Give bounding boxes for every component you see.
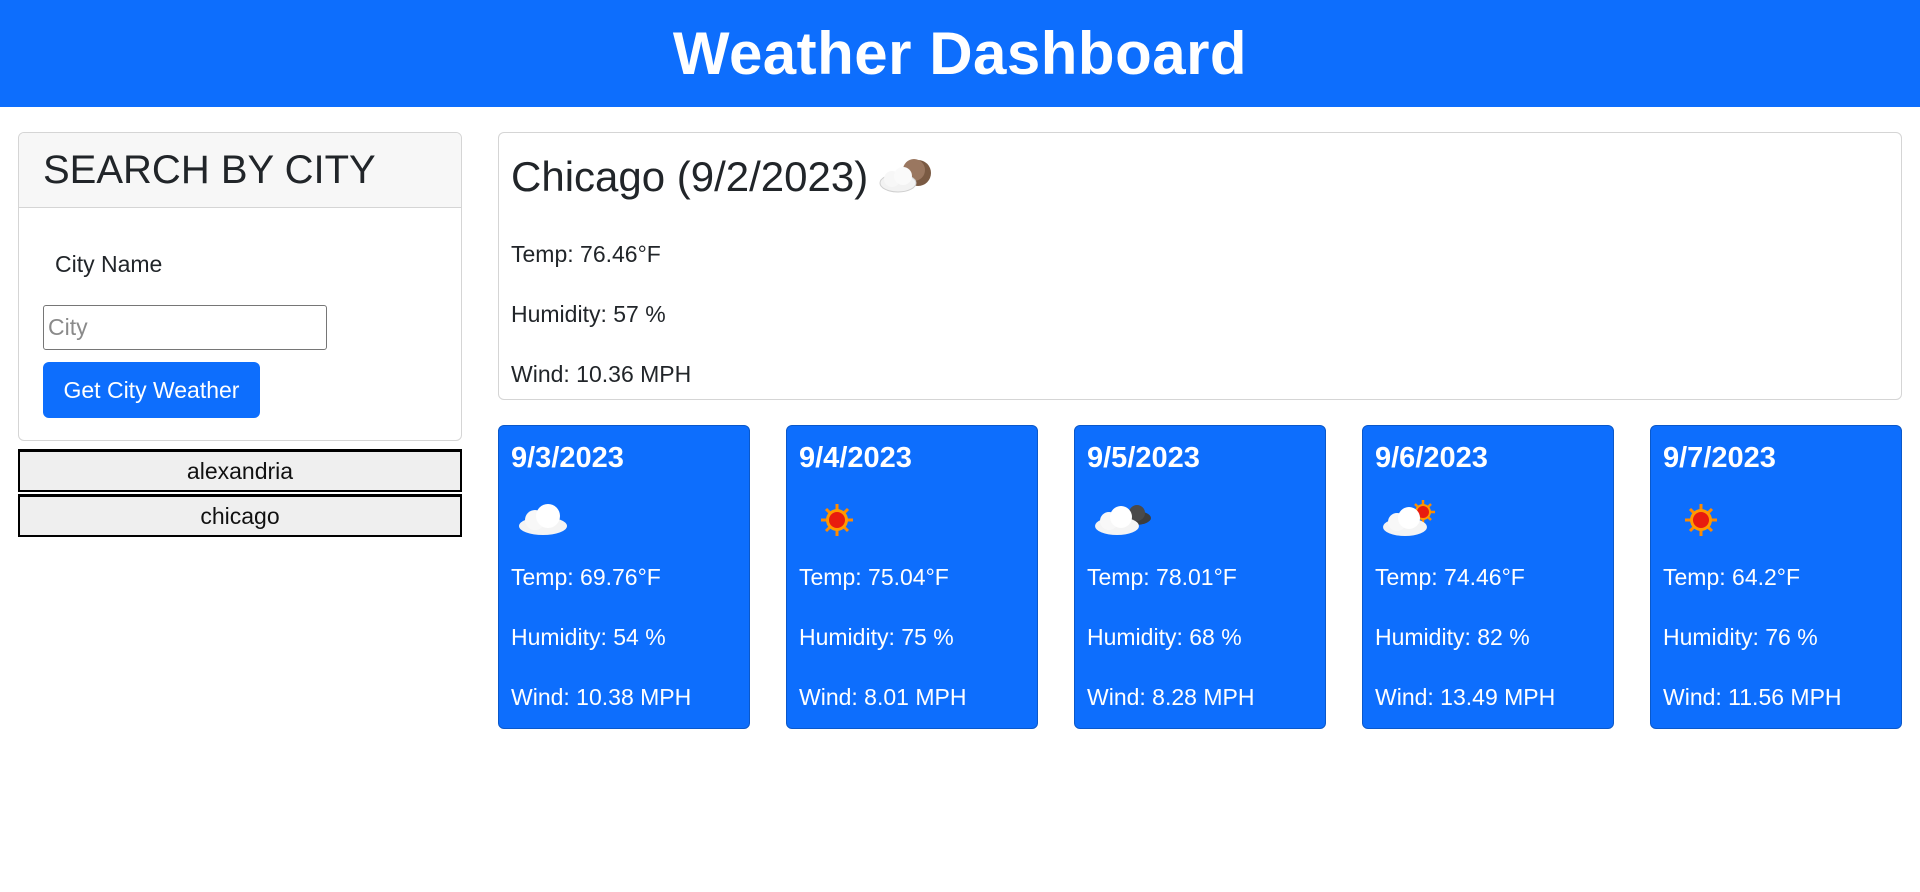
forecast-card: 9/4/2023 Temp: 75.04°F Humidity: 75 % Wi… (786, 425, 1038, 729)
cloud-icon (519, 504, 567, 535)
forecast-temp: Temp: 69.76°F (511, 564, 661, 590)
forecast-humidity: Humidity: 54 % (511, 624, 666, 650)
forecast-temp: Temp: 64.2°F (1663, 564, 1801, 590)
forecast-date: 9/5/2023 (1087, 442, 1200, 474)
forecast-date: 9/7/2023 (1663, 442, 1776, 474)
city-search-input[interactable] (43, 305, 327, 350)
city-name-label: City Name (55, 251, 163, 277)
current-weather-card: Chicago (9/2/2023) Temp: 76.46°F Humidit… (498, 132, 1902, 400)
sun-icon (821, 504, 853, 536)
forecast-date: 9/6/2023 (1375, 442, 1488, 474)
sun-icon (1685, 504, 1717, 536)
forecast-humidity: Humidity: 76 % (1663, 624, 1818, 650)
current-city-date: Chicago (9/2/2023) (511, 153, 869, 200)
get-city-weather-button[interactable]: Get City Weather (43, 362, 260, 418)
forecast-humidity: Humidity: 68 % (1087, 624, 1242, 650)
forecast-date: 9/3/2023 (511, 442, 624, 474)
forecast-wind: Wind: 11.56 MPH (1663, 684, 1842, 710)
app-header: Weather Dashboard (0, 0, 1920, 107)
current-temp: Temp: 76.46°F (511, 241, 661, 267)
forecast-humidity: Humidity: 82 % (1375, 624, 1530, 650)
current-wind: Wind: 10.36 MPH (511, 361, 692, 387)
sun-cloud-icon (1383, 500, 1435, 536)
search-history: alexandria chicago (18, 443, 462, 539)
forecast-temp: Temp: 74.46°F (1375, 564, 1525, 590)
current-humidity: Humidity: 57 % (511, 301, 666, 327)
forecast-card: 9/7/2023 Temp: 64.2°F Humidity: 76 % Win… (1650, 425, 1902, 729)
forecast-date: 9/4/2023 (799, 442, 912, 474)
forecast-card: 9/5/2023 Temp: 78.01°F Humidity: 68 % Wi… (1074, 425, 1326, 729)
forecast-humidity: Humidity: 75 % (799, 624, 954, 650)
forecast-wind: Wind: 10.38 MPH (511, 684, 692, 710)
forecast-temp: Temp: 78.01°F (1087, 564, 1237, 590)
history-item-chicago[interactable]: chicago (18, 494, 462, 537)
forecast-wind: Wind: 13.49 MPH (1375, 684, 1556, 710)
current-weather-heading: Chicago (9/2/2023) (511, 153, 938, 201)
forecast-wind: Wind: 8.28 MPH (1087, 684, 1255, 710)
search-panel: SEARCH BY CITY City Name Get City Weathe… (18, 132, 462, 441)
history-item-alexandria[interactable]: alexandria (18, 449, 462, 492)
dark-clouds-icon (1095, 505, 1151, 535)
forecast-wind: Wind: 8.01 MPH (799, 684, 967, 710)
forecast-temp: Temp: 75.04°F (799, 564, 949, 590)
search-heading: SEARCH BY CITY (43, 147, 376, 192)
cloud-moon-icon (879, 159, 932, 193)
forecast-card: 9/6/2023 Temp: 74.46°F Humidity: 82 % Wi… (1362, 425, 1614, 729)
forecast-card: 9/3/2023 Temp: 69.76°F Humidity: 54 % Wi… (498, 425, 750, 729)
page-title: Weather Dashboard (672, 20, 1248, 87)
search-panel-header: SEARCH BY CITY (19, 133, 461, 208)
